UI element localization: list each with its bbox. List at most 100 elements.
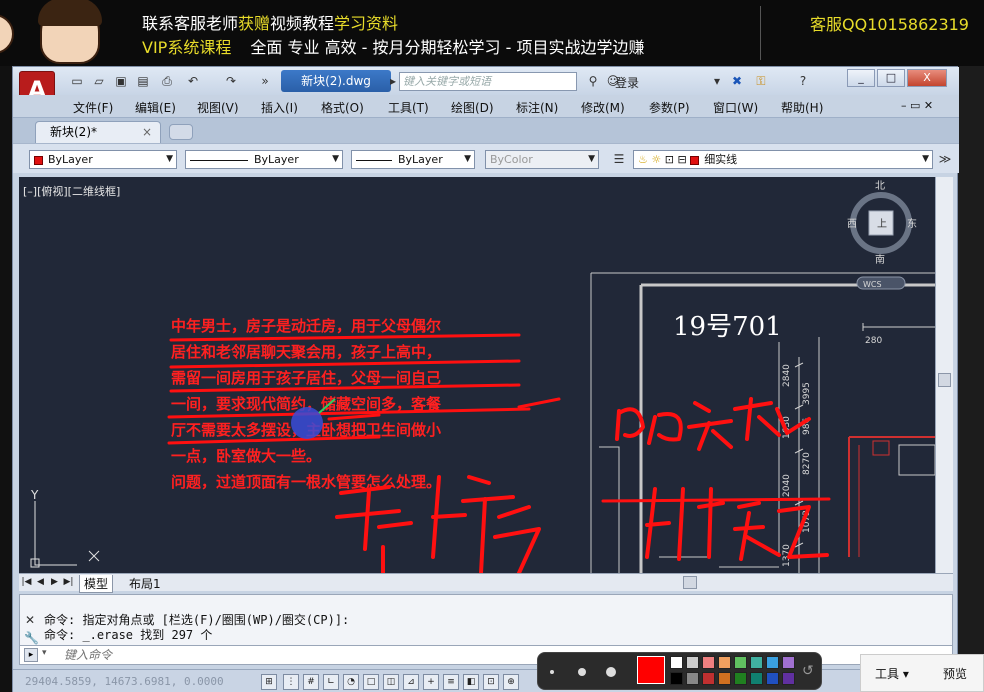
close-icon[interactable]: ✕ <box>25 613 35 627</box>
lineweight-combo[interactable]: ByLayer ▼ <box>351 150 475 169</box>
palette-swatch[interactable] <box>750 656 763 669</box>
menu-view[interactable]: 视图(V) <box>197 99 239 116</box>
print-icon[interactable]: ⎙ <box>159 74 175 88</box>
menu-parametric[interactable]: 参数(P) <box>649 99 690 116</box>
tools-button[interactable]: 工具 ▾ <box>875 665 909 682</box>
layout1-tab[interactable]: 布局1 <box>125 575 165 592</box>
pen-size-medium[interactable] <box>578 668 586 676</box>
palette-swatch[interactable] <box>702 656 715 669</box>
vertical-scrollbar[interactable] <box>935 177 953 573</box>
scroll-thumb[interactable] <box>938 373 951 387</box>
login-link[interactable]: 登录 <box>615 74 639 91</box>
maximize-button[interactable]: □ <box>877 69 905 87</box>
save-icon[interactable]: ▣ <box>113 74 129 88</box>
model-space-icon[interactable]: ⊞ <box>261 674 277 690</box>
new-file-icon[interactable]: ▭ <box>69 74 85 88</box>
palette-swatch[interactable] <box>766 672 779 685</box>
polar-icon[interactable]: ◔ <box>343 674 359 690</box>
doc-window-controls[interactable]: – ▭ ✕ <box>901 99 933 112</box>
palette-swatch[interactable] <box>718 672 731 685</box>
linetype-combo[interactable]: ByLayer ▼ <box>185 150 343 169</box>
layer-combo[interactable]: ♨ ☼ ⊡ ⊟ 细实线 ▼ <box>633 150 933 169</box>
file-tab[interactable]: 新块(2)* × <box>35 121 161 143</box>
palette-swatch[interactable] <box>734 672 747 685</box>
otrack-icon[interactable]: ◫ <box>383 674 399 690</box>
pen-size-small[interactable] <box>550 670 554 674</box>
ortho-icon[interactable]: ∟ <box>323 674 339 690</box>
viewcube-north[interactable]: 北 <box>875 180 885 192</box>
menu-dimension[interactable]: 标注(N) <box>516 99 558 116</box>
help-icon[interactable]: ? <box>795 74 811 88</box>
palette-swatch[interactable] <box>750 672 763 685</box>
plotstyle-combo[interactable]: ByColor ▼ <box>485 150 599 169</box>
viewcube-top[interactable]: 上 <box>877 218 887 230</box>
dropdown-icon[interactable]: ▾ <box>709 74 725 88</box>
wcs-menu[interactable]: WCS <box>863 280 882 289</box>
annotation-monitor-icon[interactable]: ⊕ <box>503 674 519 690</box>
palette-swatch[interactable] <box>670 656 683 669</box>
palette-swatch[interactable] <box>782 672 795 685</box>
palette-swatch[interactable] <box>686 656 699 669</box>
selection-cycling-icon[interactable]: ⊡ <box>483 674 499 690</box>
layer-properties-icon[interactable]: ☰ <box>611 152 627 166</box>
palette-swatch[interactable] <box>702 672 715 685</box>
undo-icon[interactable]: ↶ <box>185 74 201 88</box>
menu-insert[interactable]: 插入(I) <box>261 99 298 116</box>
pen-size-large[interactable] <box>606 667 616 677</box>
menu-tools[interactable]: 工具(T) <box>388 99 429 116</box>
model-tab[interactable]: 模型 <box>79 575 114 593</box>
more-icon[interactable]: » <box>257 74 273 88</box>
binoculars-icon[interactable]: ⚲ <box>585 74 601 88</box>
current-pen-color[interactable] <box>637 656 665 684</box>
new-tab-button[interactable] <box>169 124 193 140</box>
grid-icon[interactable]: # <box>303 674 319 690</box>
match-layer-icon[interactable]: ≫ <box>937 152 953 166</box>
minimize-button[interactable]: _ <box>847 69 875 87</box>
palette-swatch[interactable] <box>670 672 683 685</box>
close-button[interactable]: X <box>907 69 947 87</box>
first-tab-icon[interactable]: |◀ <box>21 576 32 588</box>
palette-swatch[interactable] <box>782 656 795 669</box>
ducs-icon[interactable]: ⊿ <box>403 674 419 690</box>
search-input[interactable]: 键入关键字或短语 <box>399 72 577 91</box>
prev-tab-icon[interactable]: ◀ <box>35 576 46 588</box>
chevron-down-icon[interactable]: ▾ <box>42 648 47 658</box>
command-prompt-icon[interactable]: ▸ <box>24 648 38 662</box>
command-input[interactable] <box>64 647 564 663</box>
menu-file[interactable]: 文件(F) <box>73 99 113 116</box>
document-title-tab[interactable]: 新块(2).dwg <box>281 70 391 92</box>
app-store-icon[interactable]: ⚿ <box>753 74 769 88</box>
menu-window[interactable]: 窗口(W) <box>713 99 758 116</box>
open-file-icon[interactable]: ▱ <box>91 74 107 88</box>
chevron-down-icon: ▼ <box>588 154 595 164</box>
menu-format[interactable]: 格式(O) <box>321 99 364 116</box>
undo-annotation-icon[interactable]: ↺ <box>802 663 814 679</box>
save-as-icon[interactable]: ▤ <box>135 74 151 88</box>
next-tab-icon[interactable]: ▶ <box>49 576 60 588</box>
viewcube-south[interactable]: 南 <box>875 253 885 266</box>
snap-mode-icon[interactable]: ⋮ <box>283 674 299 690</box>
close-tab-icon[interactable]: × <box>142 122 152 142</box>
redo-icon[interactable]: ↷ <box>223 74 239 88</box>
viewcube-east[interactable]: 东 <box>907 217 917 230</box>
preview-button[interactable]: 预览 <box>943 665 967 682</box>
menu-draw[interactable]: 绘图(D) <box>451 99 494 116</box>
osnap-icon[interactable]: □ <box>363 674 379 690</box>
wrench-icon[interactable]: 🔧 <box>24 631 39 645</box>
lineweight-display-icon[interactable]: ≡ <box>443 674 459 690</box>
last-tab-icon[interactable]: ▶| <box>63 576 74 588</box>
color-combo[interactable]: ByLayer ▼ <box>29 150 177 169</box>
drawing-canvas[interactable]: [–][俯视][二维线框] 280 2840 3995 986 1630 827… <box>19 177 935 573</box>
viewcube-west[interactable]: 西 <box>847 219 857 230</box>
menu-edit[interactable]: 编辑(E) <box>135 99 176 116</box>
exchange-icon[interactable]: ✖ <box>729 74 745 88</box>
dyn-icon[interactable]: + <box>423 674 439 690</box>
menu-help[interactable]: 帮助(H) <box>781 99 823 116</box>
palette-swatch[interactable] <box>686 672 699 685</box>
horizontal-scroll-thumb[interactable] <box>683 576 697 589</box>
menu-modify[interactable]: 修改(M) <box>581 99 625 116</box>
palette-swatch[interactable] <box>766 656 779 669</box>
palette-swatch[interactable] <box>734 656 747 669</box>
transparency-icon[interactable]: ◧ <box>463 674 479 690</box>
palette-swatch[interactable] <box>718 656 731 669</box>
